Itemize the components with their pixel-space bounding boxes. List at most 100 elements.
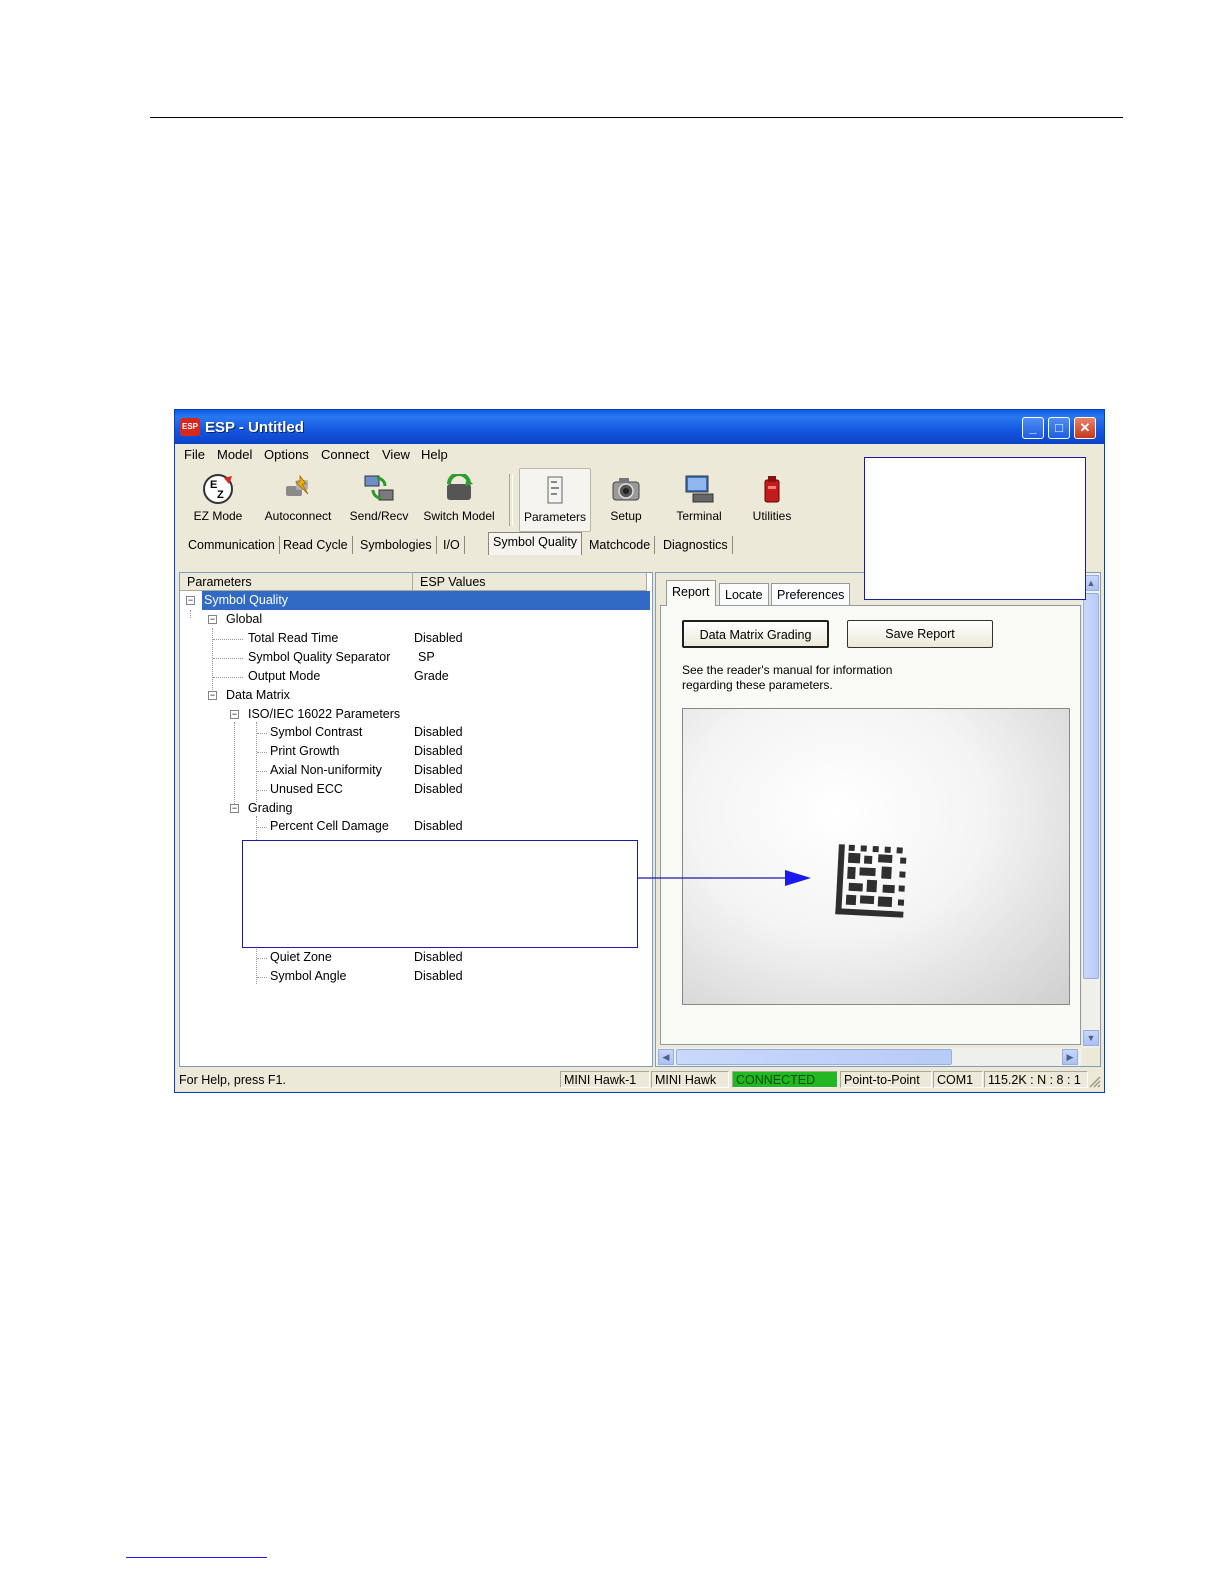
setup-label: Setup [610,509,642,523]
tree-item-total-read-time[interactable]: Total Read Time [248,629,338,648]
tree-value-unused-ecc[interactable]: Disabled [414,780,463,799]
status-connection: CONNECTED [732,1071,838,1088]
tree-item-symbol-quality[interactable]: Symbol Quality [202,591,650,610]
parameters-column-header[interactable]: Parameters [180,573,413,591]
tab-report[interactable]: Report [666,580,716,606]
tree-line [257,827,267,828]
tree-item-axial-non-uniformity[interactable]: Axial Non-uniformity [270,761,382,780]
tree-value-percent-cell-damage[interactable]: Disabled [414,817,463,836]
tree-value-symbol-angle[interactable]: Disabled [414,967,463,986]
setup-button[interactable]: Setup [593,468,659,532]
tree-item-symbol-angle[interactable]: Symbol Angle [270,967,346,986]
tree-item-print-growth[interactable]: Print Growth [270,742,339,761]
maximize-button[interactable]: □ [1048,417,1070,439]
camera-icon [612,478,640,501]
send-recv-button[interactable]: Send/Recv [345,468,413,532]
utilities-button[interactable]: Utilities [741,468,803,532]
svg-text:Z: Z [217,489,224,501]
tab-diagnostics[interactable]: Diagnostics [659,536,733,554]
status-device: MINI Hawk-1 [560,1071,650,1088]
menu-help[interactable]: Help [421,447,448,462]
menu-options[interactable]: Options [264,447,309,462]
tree-line [257,958,267,959]
ez-mode-button[interactable]: E Z EZ Mode [183,468,253,532]
switch-model-button[interactable]: Switch Model [419,468,499,532]
values-column-header[interactable]: ESP Values [413,573,647,591]
tree-item-unused-ecc[interactable]: Unused ECC [270,780,343,799]
parameters-button[interactable]: Parameters [519,468,591,532]
data-matrix-symbol [835,844,907,918]
tree-value-symbol-quality-separator[interactable]: SP [418,648,435,667]
tab-symbol-quality[interactable]: Symbol Quality [488,532,583,555]
switch-model-icon [447,472,473,500]
menu-view[interactable]: View [382,447,410,462]
autoconnect-button[interactable]: Autoconnect [259,468,337,532]
terminal-button[interactable]: Terminal [665,468,733,532]
tree-item-grading[interactable]: Grading [248,799,292,818]
scroll-down-icon[interactable]: ▼ [1083,1030,1099,1046]
vertical-scrollbar[interactable]: ▲ ▼ [1082,573,1100,1048]
main-toolbar: E Z EZ Mode Autoconnect Send/Recv Switch… [175,468,865,532]
callout-box-top-right [864,457,1086,600]
parameters-icon [547,476,563,504]
report-panel: Report Locate Preferences Data Matrix Gr… [655,572,1101,1067]
page-footer-rule [126,1557,267,1558]
tree-item-iso-iec-16022-parameters[interactable]: ISO/IEC 16022 Parameters [248,705,400,724]
tree-line [234,722,235,806]
tree-item-data-matrix[interactable]: Data Matrix [226,686,290,705]
menu-connect[interactable]: Connect [321,447,369,462]
tree-line [190,610,191,618]
menu-model[interactable]: Model [217,447,252,462]
tree-line [257,771,267,772]
data-matrix-grading-button[interactable]: Data Matrix Grading [682,620,829,648]
collapse-icon[interactable]: − [208,691,217,700]
tree-item-output-mode[interactable]: Output Mode [248,667,320,686]
tree-item-symbol-quality-separator[interactable]: Symbol Quality Separator [248,648,390,667]
minimize-button[interactable]: _ [1022,417,1044,439]
tree-value-print-growth[interactable]: Disabled [414,742,463,761]
resize-grip-icon[interactable] [1089,1076,1101,1088]
tree-value-quiet-zone[interactable]: Disabled [414,948,463,967]
save-report-button[interactable]: Save Report [847,620,993,648]
vertical-scroll-thumb[interactable] [1083,593,1099,979]
status-mode: Point-to-Point [840,1071,932,1088]
horizontal-scrollbar[interactable]: ◀ ▶ [656,1048,1082,1066]
menu-file[interactable]: File [184,447,205,462]
tab-preferences[interactable]: Preferences [771,583,851,605]
tree-item-quiet-zone[interactable]: Quiet Zone [270,948,332,967]
tree-label: Symbol Quality [204,593,289,607]
utilities-icon [764,476,780,503]
ez-mode-label: EZ Mode [193,509,243,523]
tab-communication[interactable]: Communication [184,536,280,554]
esp-app-icon: ESP [180,418,200,436]
autoconnect-label: Autoconnect [264,509,332,523]
collapse-icon[interactable]: − [186,596,195,605]
tree-line [213,677,243,678]
ez-mode-icon: E Z [203,474,233,504]
tab-locate[interactable]: Locate [719,583,769,605]
title-bar[interactable]: ESP ESP - Untitled _ □ ✕ [175,410,1104,444]
status-port: COM1 [933,1071,983,1088]
tab-read-cycle[interactable]: Read Cycle [279,536,353,554]
tree-item-percent-cell-damage[interactable]: Percent Cell Damage [270,817,389,836]
collapse-icon[interactable]: − [230,804,239,813]
tree-value-total-read-time[interactable]: Disabled [414,629,463,648]
tab-matchcode[interactable]: Matchcode [585,536,656,554]
collapse-icon[interactable]: − [208,615,217,624]
tree-value-output-mode[interactable]: Grade [414,667,449,686]
close-button[interactable]: ✕ [1074,417,1096,439]
tree-item-symbol-contrast[interactable]: Symbol Contrast [270,723,362,742]
horizontal-scroll-thumb[interactable] [676,1049,952,1065]
scroll-right-icon[interactable]: ▶ [1062,1049,1078,1065]
tab-symbologies[interactable]: Symbologies [356,536,437,554]
tree-value-axial-non-uniformity[interactable]: Disabled [414,761,463,780]
scroll-left-icon[interactable]: ◀ [658,1049,674,1065]
terminal-label: Terminal [676,509,722,523]
report-page: Data Matrix Grading Save Report See the … [660,605,1081,1045]
collapse-icon[interactable]: − [230,710,239,719]
send-recv-label: Send/Recv [349,509,409,523]
tree-value-symbol-contrast[interactable]: Disabled [414,723,463,742]
tree-item-global[interactable]: Global [226,610,262,629]
tree-line [257,977,267,978]
tab-io[interactable]: I/O [439,536,465,554]
